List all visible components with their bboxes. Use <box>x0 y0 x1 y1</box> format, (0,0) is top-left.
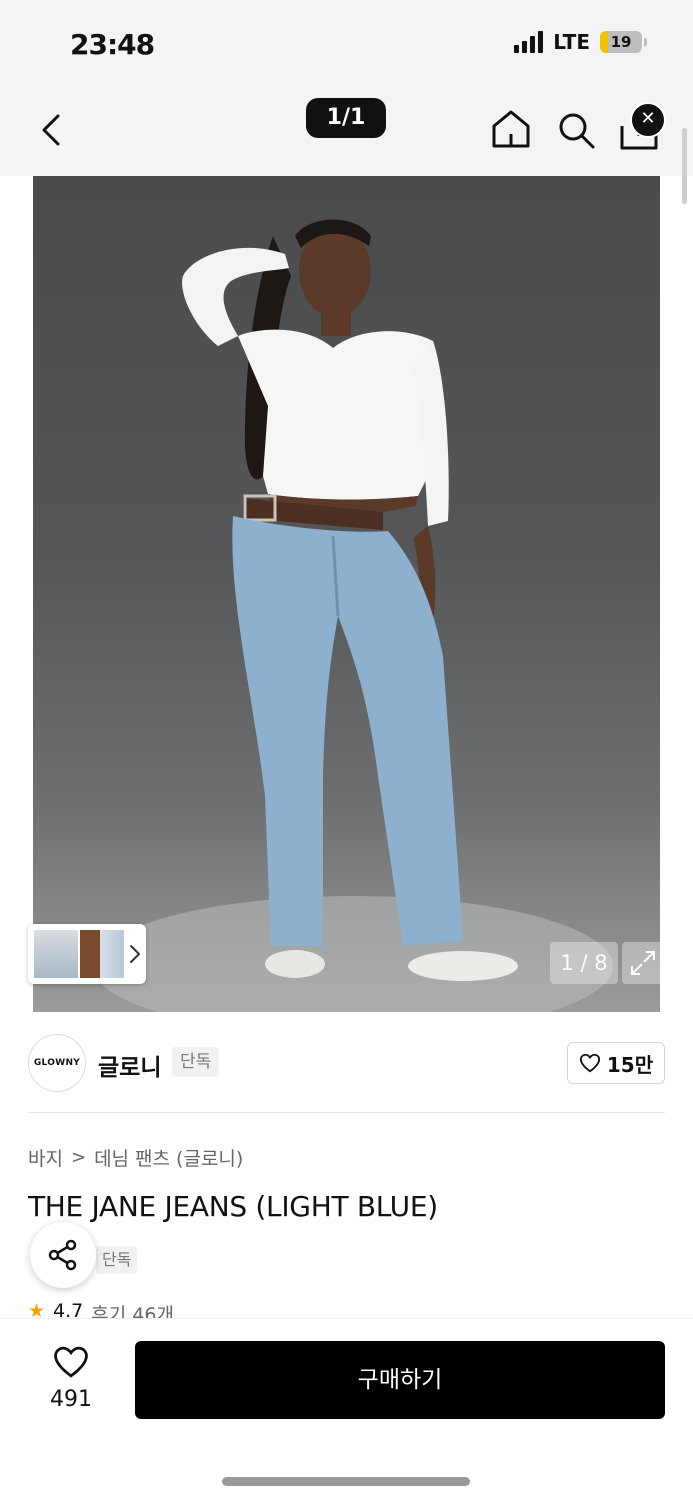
status-indicators: LTE 19 <box>514 30 647 54</box>
rating-score: 4.7 <box>53 1300 84 1318</box>
model-photo <box>93 219 613 1012</box>
share-button[interactable] <box>30 1222 96 1288</box>
rating-row[interactable]: ★ 4.7 후기 46개 <box>28 1300 428 1318</box>
exclusive-tag: 단독 <box>96 1246 138 1274</box>
wishlist-button[interactable]: 491 <box>40 1345 102 1417</box>
battery-icon: 19 <box>600 31 642 53</box>
home-indicator[interactable] <box>222 1477 470 1486</box>
brand-row: GLOWNY 글로니 단독 15만 <box>0 1012 693 1112</box>
search-icon[interactable] <box>556 110 596 150</box>
buy-button[interactable]: 구매하기 <box>135 1341 665 1419</box>
heart-icon <box>579 1053 600 1073</box>
brand-like-count: 15만 <box>606 1052 654 1077</box>
product-title: THE JANE JEANS (LIGHT BLUE) <box>28 1190 438 1223</box>
brand-exclusive-badge: 단독 <box>172 1047 220 1077</box>
wishlist-count: 491 <box>50 1387 92 1412</box>
brand-like-button[interactable]: 15만 <box>567 1042 665 1084</box>
status-time: 23:48 <box>70 28 155 61</box>
scrollbar[interactable] <box>682 128 687 204</box>
thumbnail-strip[interactable] <box>28 924 146 984</box>
image-counter: 1 / 8 <box>550 942 618 984</box>
breadcrumb-category[interactable]: 바지 <box>28 1144 63 1171</box>
expand-button[interactable] <box>622 942 664 984</box>
breadcrumb-separator: > <box>70 1147 87 1168</box>
nav-bar: 1/1 ✕ <box>0 90 693 176</box>
bottom-bar: 491 구매하기 <box>0 1318 693 1501</box>
breadcrumb-subcategory[interactable]: 데님 팬츠 (글로니) <box>94 1144 243 1171</box>
share-icon <box>48 1239 77 1271</box>
thumbnail-2[interactable] <box>80 930 124 978</box>
product-image[interactable] <box>33 176 660 1012</box>
divider <box>28 1112 665 1113</box>
home-icon[interactable] <box>490 108 532 150</box>
brand-logo[interactable]: GLOWNY <box>28 1034 86 1092</box>
close-icon[interactable]: ✕ <box>630 102 666 138</box>
battery-tip <box>644 38 647 46</box>
page-indicator: 1/1 <box>306 98 386 138</box>
chevron-right-icon[interactable] <box>126 942 144 966</box>
heart-icon <box>54 1346 88 1378</box>
expand-icon <box>631 951 655 975</box>
status-bar: 23:48 LTE 19 <box>0 0 693 90</box>
signal-icon <box>514 31 544 53</box>
network-label: LTE <box>553 30 590 54</box>
back-icon[interactable] <box>34 110 70 150</box>
star-icon: ★ <box>28 1300 46 1318</box>
breadcrumb: 바지 > 데님 팬츠 (글로니) <box>28 1144 243 1171</box>
review-count: 후기 46개 <box>91 1304 174 1318</box>
thumbnail-1[interactable] <box>34 930 78 978</box>
brand-name[interactable]: 글로니 <box>98 1048 161 1082</box>
battery-level: 19 <box>610 33 632 51</box>
